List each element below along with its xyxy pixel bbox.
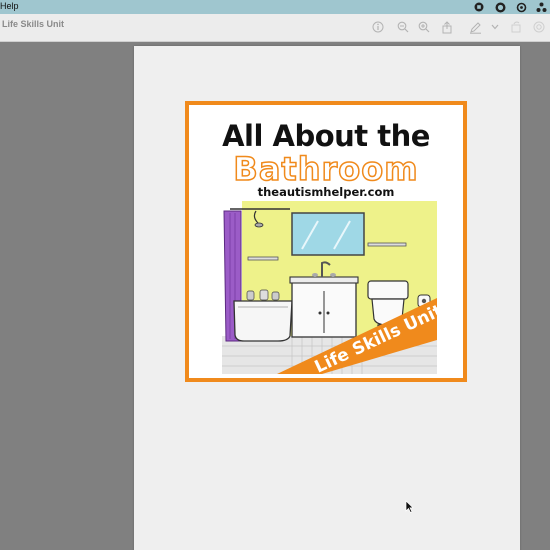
zoom-in-icon[interactable] — [417, 20, 431, 34]
cover-title-line2: Bathroom — [233, 149, 419, 189]
document-title: Life Skills Unit — [2, 19, 65, 29]
cover-website: theautismhelper.com — [257, 185, 395, 199]
stop-record-icon[interactable] — [473, 1, 485, 13]
mouse-cursor-icon — [405, 500, 414, 518]
zoom-out-icon[interactable] — [396, 20, 410, 34]
menu-bar: Help — [0, 0, 550, 14]
share-document-icon[interactable] — [440, 20, 454, 34]
share-icon[interactable] — [535, 1, 547, 13]
search-icon[interactable] — [532, 20, 546, 34]
cover-title-line1: All About the — [222, 119, 430, 153]
markup-icon[interactable] — [468, 20, 482, 34]
menu-help[interactable]: Help — [0, 1, 19, 11]
sync-icon[interactable] — [515, 1, 527, 13]
bathroom-illustration: Life Skills Unit — [222, 201, 437, 374]
rotate-icon[interactable] — [509, 20, 523, 34]
messages-icon[interactable] — [494, 1, 506, 13]
window-toolbar: Life Skills Unit — [0, 14, 550, 42]
info-icon[interactable] — [371, 20, 385, 34]
document-canvas[interactable]: All About the Bathroom theautismhelper.c… — [0, 43, 550, 550]
pdf-page[interactable]: All About the Bathroom theautismhelper.c… — [134, 46, 520, 550]
chevron-down-icon[interactable] — [488, 20, 502, 34]
cover-frame: All About the Bathroom theautismhelper.c… — [185, 101, 467, 382]
